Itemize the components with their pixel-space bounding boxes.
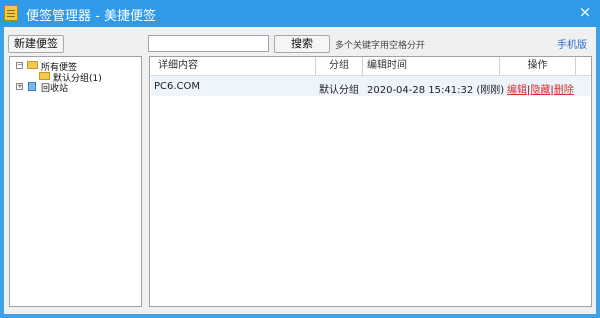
- window-title: 便签管理器 - 美捷便签: [26, 9, 156, 24]
- note-actions-cell: 编辑|隐藏|删除: [507, 81, 574, 96]
- mobile-version-link[interactable]: 手机版: [557, 36, 587, 51]
- delete-link[interactable]: 删除: [554, 85, 574, 96]
- recycle-bin-icon: [28, 82, 36, 91]
- main-panel: 新建便签 搜索 多个关键字用空格分开 手机版 − 所有便签 默认分组(1) + …: [4, 27, 596, 314]
- edit-link[interactable]: 编辑: [507, 85, 527, 96]
- category-tree: − 所有便签 默认分组(1) + 回收站: [9, 56, 142, 307]
- notes-app-icon: [4, 5, 18, 21]
- hide-link[interactable]: 隐藏: [530, 85, 550, 96]
- notes-table: 详细内容 分组 编辑时间 操作 PC6.COM 默认分组 2020-04-28 …: [149, 56, 592, 307]
- collapse-all-notes-toggle[interactable]: −: [16, 62, 23, 69]
- note-time-cell: 2020-04-28 15:41:32 (刚刚): [367, 85, 505, 96]
- column-header-actions[interactable]: 操作: [500, 57, 576, 75]
- title-bar: 便签管理器 - 美捷便签 ×: [0, 0, 600, 27]
- note-content-cell: PC6.COM: [154, 81, 201, 92]
- search-hint: 多个关键字用空格分开: [335, 41, 426, 51]
- close-button[interactable]: ×: [576, 3, 594, 21]
- tree-item-recycle-bin[interactable]: 回收站: [41, 81, 68, 94]
- new-note-button[interactable]: 新建便签: [8, 35, 64, 53]
- column-header-group[interactable]: 分组: [316, 57, 363, 75]
- folder-icon: [39, 72, 50, 80]
- expand-recycle-bin-toggle[interactable]: +: [16, 83, 23, 90]
- note-group-cell: 默认分组: [319, 85, 359, 96]
- search-input[interactable]: [148, 35, 269, 52]
- open-folder-icon: [27, 61, 38, 69]
- column-header-content[interactable]: 详细内容: [158, 57, 316, 75]
- search-button[interactable]: 搜索: [274, 35, 330, 53]
- column-header-edit-time[interactable]: 编辑时间: [363, 57, 500, 75]
